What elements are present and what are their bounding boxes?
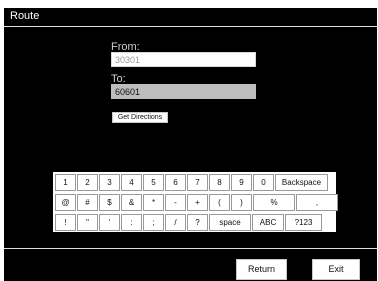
key-row1-2[interactable]: 3 [99, 174, 120, 191]
key-row3-9[interactable]: ?123 [285, 214, 322, 231]
key-row3-6[interactable]: ? [187, 214, 208, 231]
key-row3-8[interactable]: ABC [252, 214, 284, 231]
key-row2-3[interactable]: & [121, 194, 142, 211]
window-title: Route [10, 10, 40, 22]
key-row2-2[interactable]: $ [99, 194, 120, 211]
key-row3-0[interactable]: ! [55, 214, 76, 231]
onscreen-keyboard: 1 2 3 4 5 6 7 8 9 0 Backspace @ # $ & * - +()%,! " ':; /? spa… [53, 172, 338, 232]
key-row2-9[interactable]: % [253, 194, 295, 211]
key-row1-4[interactable]: 5 [143, 174, 164, 191]
key-row1-10[interactable]: Backspace [275, 174, 328, 191]
key-row3-3[interactable]: : [121, 214, 142, 231]
key-row1-0[interactable]: 1 [55, 174, 76, 191]
key-row1-8[interactable]: 9 [231, 174, 252, 191]
key-row2-0[interactable]: @ [55, 194, 76, 211]
key-row3-1[interactable]: " [77, 214, 98, 231]
key-row3-7[interactable]: space [209, 214, 251, 231]
key-row2-4[interactable]: * [143, 194, 164, 211]
route-screen: Route From: 30301 To: 60601 Get Directio… [4, 8, 377, 281]
key-row1-5[interactable]: 6 [165, 174, 186, 191]
title-bar: Route [4, 8, 377, 27]
key-row3-5[interactable]: / [165, 214, 186, 231]
to-input[interactable]: 60601 [111, 84, 256, 99]
key-row2-5[interactable]: - [165, 194, 186, 211]
key-row2-7[interactable]: ( [209, 194, 230, 211]
key-row3-2[interactable]: ' [99, 214, 120, 231]
footer-divider [4, 248, 377, 249]
key-row2-10[interactable]: , [296, 194, 338, 211]
key-row2-6[interactable]: + [187, 194, 208, 211]
key-row3-4[interactable]: ; [143, 214, 164, 231]
key-row1-9[interactable]: 0 [253, 174, 274, 191]
get-directions-button[interactable]: Get Directions [112, 112, 168, 123]
key-row2-1[interactable]: # [77, 194, 98, 211]
from-input[interactable]: 30301 [111, 52, 256, 67]
exit-button[interactable]: Exit [312, 259, 360, 280]
key-row1-1[interactable]: 2 [77, 174, 98, 191]
key-row1-6[interactable]: 7 [187, 174, 208, 191]
key-row2-8[interactable]: ) [231, 194, 252, 211]
key-row1-3[interactable]: 4 [121, 174, 142, 191]
key-row1-7[interactable]: 8 [209, 174, 230, 191]
return-button[interactable]: Return [236, 259, 287, 280]
